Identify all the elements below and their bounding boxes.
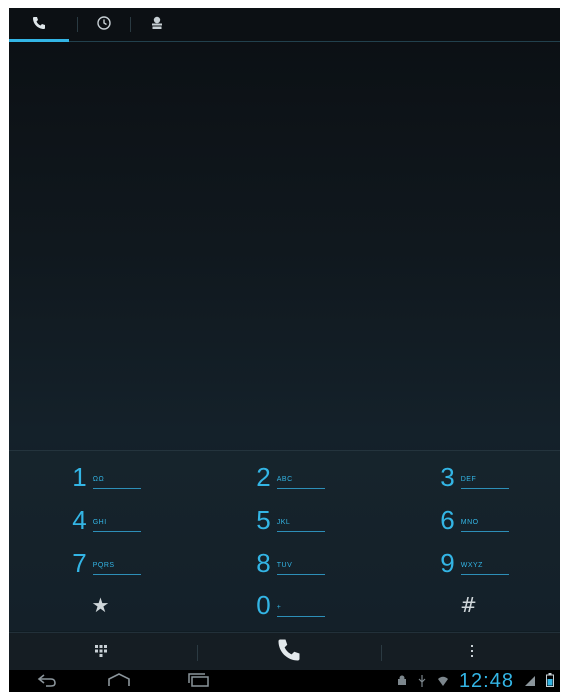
key-digit: 6 — [440, 505, 455, 535]
status-area: 12:48 — [397, 670, 554, 692]
dialpad-key-4[interactable]: 4 GHI — [9, 502, 192, 538]
key-digit: 8 — [256, 548, 271, 578]
recent-apps-icon — [186, 672, 212, 691]
dialpad-key-9[interactable]: 9 WXYZ — [377, 545, 560, 581]
tab-divider — [77, 17, 78, 32]
tab-contacts[interactable] — [132, 8, 182, 41]
dialpad-key-2[interactable]: 2 ABC — [193, 459, 376, 495]
status-clock: 12:48 — [458, 669, 514, 692]
dialpad-key-pound[interactable]: # — [377, 587, 560, 623]
key-letters: JKL — [276, 519, 325, 532]
key-digit: 7 — [72, 548, 87, 578]
key-digit: 4 — [72, 505, 87, 535]
wifi-icon — [437, 672, 449, 691]
overflow-menu-button[interactable] — [383, 633, 560, 671]
dialpad-key-0[interactable]: 0 + — [193, 587, 376, 623]
key-letters: MNO — [460, 519, 509, 532]
action-divider — [197, 645, 198, 661]
key-letters: WXYZ — [460, 562, 509, 575]
back-button[interactable] — [27, 670, 67, 692]
home-icon — [106, 672, 132, 691]
key-symbol: ★ — [91, 593, 110, 617]
dialpad-key-star[interactable]: ★ — [9, 587, 192, 623]
tab-divider — [130, 17, 131, 32]
dialpad-key-1[interactable]: 1 ΩΩ — [9, 459, 192, 495]
contacts-icon — [149, 15, 165, 35]
dialpad-key-8[interactable]: 8 TUV — [193, 545, 376, 581]
recent-apps-button[interactable] — [177, 670, 221, 692]
system-navigation-bar: 12:48 — [9, 670, 560, 692]
signal-icon — [524, 672, 536, 691]
dialer-screen: 1 ΩΩ 2 ABC 3 DEF 4 GHI 5 JKL 6 MNO 7 PQR… — [9, 8, 560, 692]
dialer-action-bar — [9, 632, 560, 671]
dialpad-key-7[interactable]: 7 PQRS — [9, 545, 192, 581]
key-digit: 1 — [72, 462, 87, 492]
key-letters: PQRS — [92, 562, 141, 575]
key-letters: + — [276, 604, 325, 617]
tab-bar — [9, 8, 560, 42]
android-debug-icon — [397, 672, 407, 691]
key-letters: ΩΩ — [92, 476, 141, 489]
key-letters: TUV — [276, 562, 325, 575]
dialpad-key-6[interactable]: 6 MNO — [377, 502, 560, 538]
key-symbol: # — [460, 593, 477, 617]
tab-recent[interactable] — [79, 8, 129, 41]
key-digit: 2 — [256, 462, 271, 492]
key-letters: DEF — [460, 476, 509, 489]
key-letters: GHI — [92, 519, 141, 532]
back-icon — [36, 672, 58, 691]
battery-icon — [546, 672, 554, 691]
usb-icon — [417, 672, 427, 691]
call-button[interactable] — [199, 633, 379, 671]
recent-icon — [96, 15, 112, 35]
key-letters: ABC — [276, 476, 325, 489]
phone-icon — [31, 15, 47, 35]
key-digit: 3 — [440, 462, 455, 492]
dialpad-key-3[interactable]: 3 DEF — [377, 459, 560, 495]
dialpad-toggle-button[interactable] — [9, 633, 192, 671]
key-digit: 0 — [256, 590, 271, 620]
more-vertical-icon — [470, 643, 474, 662]
tab-indicator — [9, 39, 69, 42]
dialpad-key-5[interactable]: 5 JKL — [193, 502, 376, 538]
dialpad: 1 ΩΩ 2 ABC 3 DEF 4 GHI 5 JKL 6 MNO 7 PQR… — [9, 450, 560, 631]
action-divider — [381, 645, 382, 661]
home-button[interactable] — [97, 670, 141, 692]
dialpad-grid-icon — [94, 643, 108, 662]
key-digit: 5 — [256, 505, 271, 535]
phone-call-icon — [275, 636, 303, 668]
key-digit: 9 — [440, 548, 455, 578]
tab-phone[interactable] — [9, 8, 69, 42]
